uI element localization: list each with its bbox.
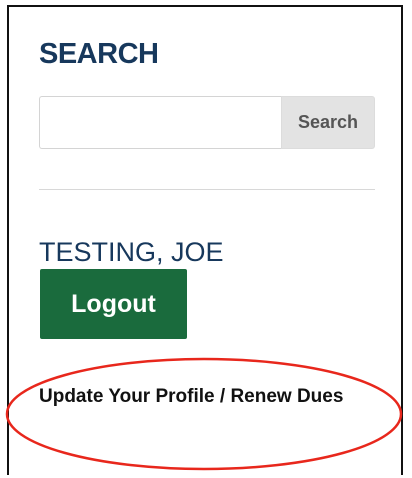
search-button[interactable]: Search bbox=[281, 96, 375, 149]
update-profile-renew-dues-link[interactable]: Update Your Profile / Renew Dues bbox=[39, 378, 379, 415]
logged-in-user-name: TESTING, JOE bbox=[39, 237, 224, 267]
search-input[interactable] bbox=[39, 96, 281, 149]
logout-button[interactable]: Logout bbox=[40, 269, 187, 339]
search-heading: SEARCH bbox=[39, 38, 159, 70]
search-form: Search bbox=[39, 96, 375, 149]
section-divider bbox=[39, 189, 375, 190]
